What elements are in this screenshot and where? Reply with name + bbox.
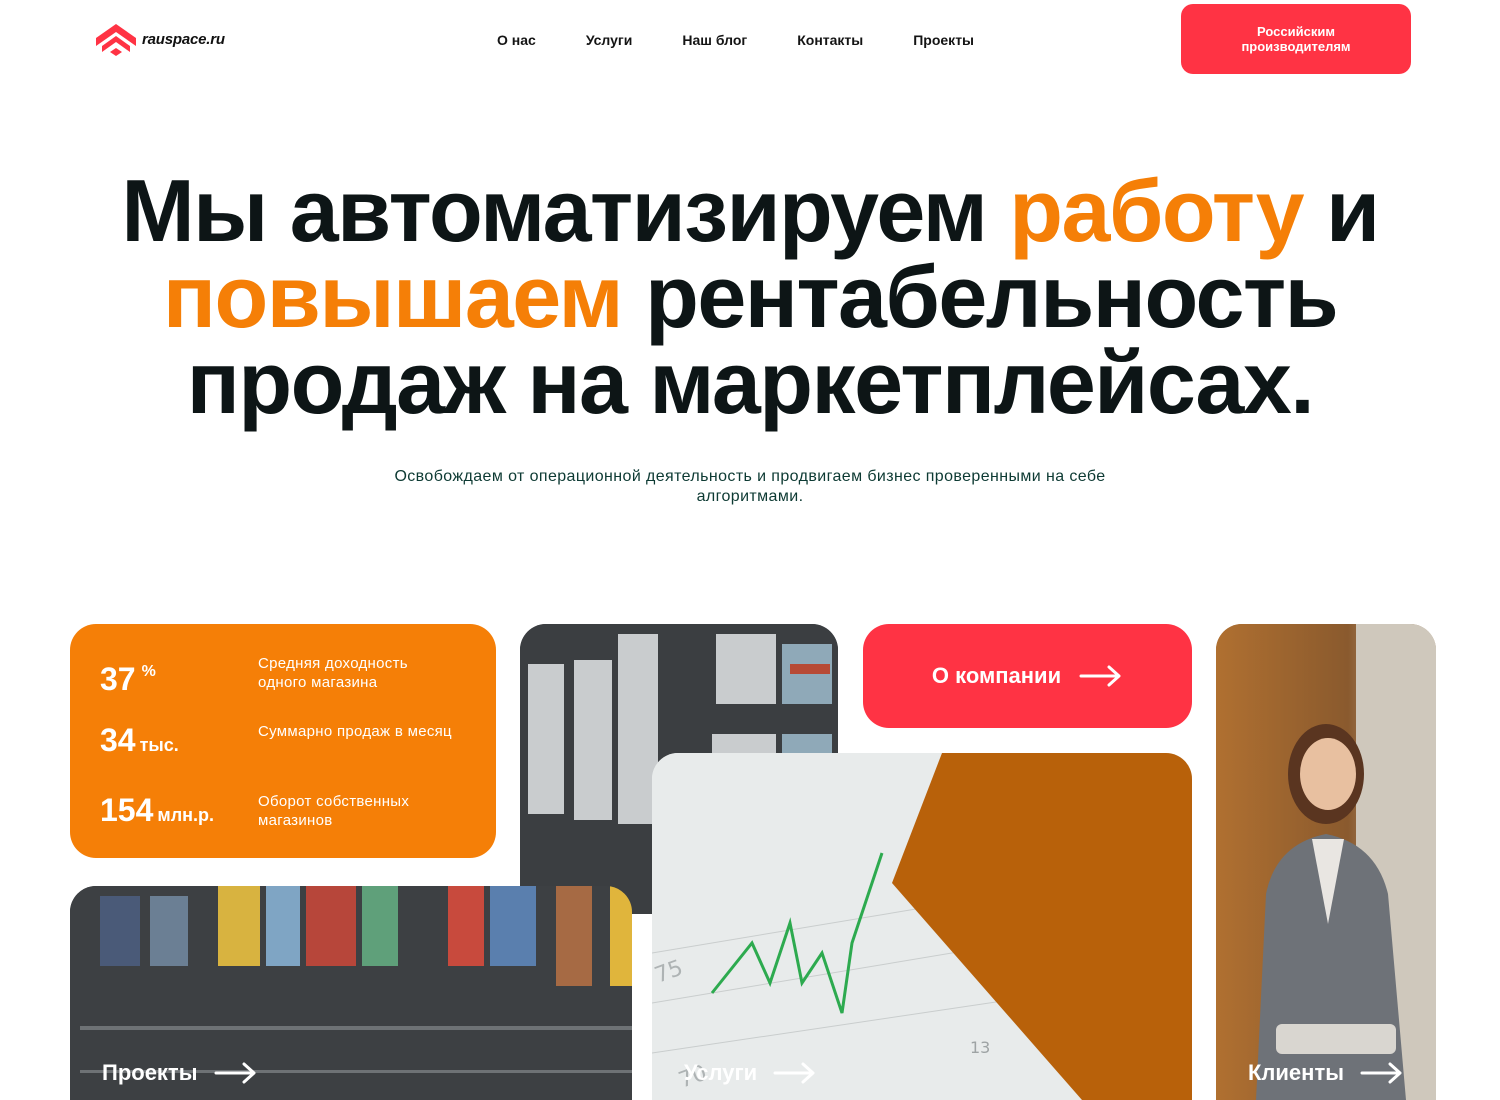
nav-item-projects[interactable]: Проекты: [913, 30, 974, 50]
stat-unit: %: [141, 663, 156, 680]
stat-row: 34 тыс. Суммарно продаж в месяц: [100, 720, 480, 766]
stats-card: 37% Средняя доходность одного магазина 3…: [70, 624, 496, 858]
hero-title: Мы автоматизируем работу и повышаем рент…: [0, 167, 1500, 427]
about-company-label: О компании: [931, 663, 1062, 688]
stat-description: Оборот собственных магазинов: [258, 793, 410, 829]
stat-value: 37%: [100, 652, 156, 699]
clients-tile-label[interactable]: Клиенты: [1248, 1060, 1404, 1086]
stat-number: 154: [100, 792, 154, 828]
projects-tile[interactable]: Проекты: [70, 886, 632, 1100]
russian-producers-button[interactable]: Российским производителям: [1181, 4, 1411, 74]
stat-row: 37% Средняя доходность одного магазина: [100, 652, 480, 698]
hero-title-accent1: работу: [1009, 161, 1304, 260]
stat-description: Суммарно продаж в месяц: [258, 723, 452, 740]
arrow-right-icon: [214, 1062, 255, 1084]
projects-label: Проекты: [102, 1060, 198, 1085]
stat-description: Средняя доходность одного магазина: [258, 655, 408, 691]
arrow-right-icon: [1360, 1062, 1402, 1084]
stat-row: 154 млн.р. Оборот собственных магазинов: [100, 790, 480, 836]
clients-label: Клиенты: [1248, 1060, 1345, 1085]
services-label: Услуги: [684, 1060, 758, 1085]
logo-text: rauspace.ru: [142, 30, 225, 48]
stat-unit: тыс.: [139, 735, 179, 755]
clients-tile[interactable]: Клиенты: [1216, 624, 1436, 1100]
stat-unit: млн.р.: [157, 805, 215, 825]
nav-item-contacts[interactable]: Контакты: [797, 30, 863, 50]
stat-number: 37: [100, 661, 136, 697]
main-nav: О нас Услуги Наш блог Контакты Проекты: [497, 30, 974, 50]
chart-axis-label: 13: [970, 1038, 990, 1057]
stat-value: 154 млн.р.: [100, 790, 214, 835]
hero-title-accent2: повышаем: [162, 247, 624, 346]
logo-icon: [96, 24, 136, 56]
stat-number: 34: [100, 722, 136, 758]
arrow-right-icon: [773, 1062, 815, 1084]
hero-title-part1: Мы автоматизируем: [121, 161, 1010, 260]
nav-item-services[interactable]: Услуги: [586, 30, 633, 50]
site-header: rauspace.ru О нас Услуги Наш блог Контак…: [0, 0, 1500, 80]
services-tile-label[interactable]: Услуги: [684, 1060, 817, 1086]
chart-illustration: 75 70 13: [652, 753, 1192, 1100]
stat-value: 34 тыс.: [100, 720, 179, 765]
arrow-right-icon: [1079, 665, 1121, 687]
hero-subtitle: Освобождаем от операционной деятельность…: [394, 468, 1106, 505]
person-illustration: [1216, 624, 1436, 1100]
about-company-button[interactable]: О компании: [863, 624, 1192, 728]
services-tile[interactable]: 75 70 13 Услуги: [652, 753, 1192, 1100]
nav-item-about[interactable]: О нас: [497, 30, 536, 50]
hero-title-part2: и: [1303, 161, 1380, 260]
nav-item-blog[interactable]: Наш блог: [682, 30, 747, 50]
logo[interactable]: rauspace.ru: [94, 22, 225, 56]
projects-tile-label[interactable]: Проекты: [102, 1060, 258, 1086]
